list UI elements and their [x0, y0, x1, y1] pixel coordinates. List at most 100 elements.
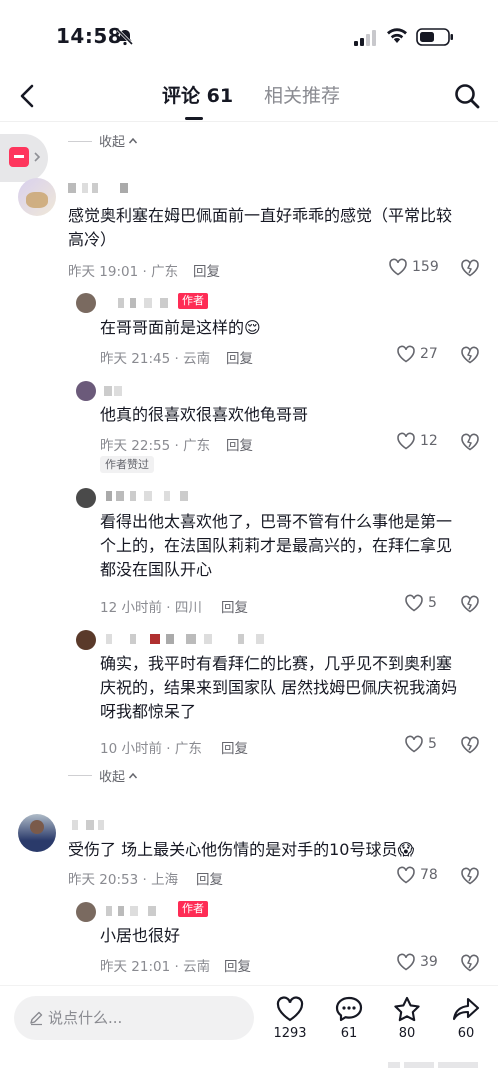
comment-text: 感觉奥利塞在姆巴佩面前一直好乖乖的感觉（平常比较 高冷）: [68, 204, 478, 252]
reply-button[interactable]: 回复: [221, 596, 248, 616]
reply-line: 都没在国队开心: [100, 560, 213, 579]
reply-line: 看得出他太喜欢他了，巴哥不管有什么事他是第一: [100, 512, 453, 531]
heart-icon: [397, 953, 415, 971]
reply-button[interactable]: 回复: [226, 434, 253, 454]
wifi-icon: [387, 28, 407, 43]
reply-location: 四川: [174, 600, 202, 616]
avatar[interactable]: [18, 814, 56, 852]
username-pixelated[interactable]: [68, 820, 128, 832]
like-count: 27: [420, 346, 438, 362]
heart-icon: [405, 594, 423, 612]
comment-location: 广东: [151, 264, 179, 280]
back-arrow-icon[interactable]: [16, 82, 40, 110]
reply-text: 在哥哥面前是这样的😌: [100, 318, 261, 337]
tab-comments[interactable]: 评论 61: [162, 82, 233, 110]
reply-username-pixelated[interactable]: [100, 298, 180, 308]
comment-location: 上海: [151, 872, 179, 888]
reply-location: 广东: [174, 741, 202, 757]
like-button[interactable]: 78: [396, 866, 438, 884]
like-count: 78: [420, 867, 438, 883]
status-bar: 14:58: [0, 0, 498, 70]
like-count: 12: [420, 433, 438, 449]
signal-icon: [354, 30, 376, 46]
comment-time: 昨天 19:01: [68, 264, 139, 280]
collapse-label: 收起: [99, 770, 126, 785]
search-icon[interactable]: [453, 82, 481, 110]
reply-meta: 12 小时前 · 四川: [100, 600, 202, 616]
like-button[interactable]: 12: [396, 432, 438, 450]
tab-active-indicator: [185, 117, 203, 120]
username-pixelated[interactable]: [68, 183, 138, 195]
reply-username-pixelated[interactable]: [100, 906, 180, 916]
like-count: 5: [428, 595, 437, 611]
chevron-right-icon: [34, 152, 41, 162]
author-tag: 作者: [178, 901, 208, 917]
comment-text: 受伤了 场上最关心他伤情的是对手的10号球员😱: [68, 840, 415, 859]
reply-avatar[interactable]: [76, 488, 96, 508]
reply-time: 12 小时前: [100, 600, 162, 616]
collapse-line: [68, 775, 92, 776]
share-button[interactable]: 60: [436, 996, 496, 1041]
reply-text: 看得出他太喜欢他了，巴哥不管有什么事他是第一 个上的，在法国队莉莉才是最高兴的，…: [100, 510, 480, 582]
like-button[interactable]: 39: [396, 953, 438, 971]
comment-button[interactable]: 61: [319, 996, 379, 1041]
reply-time: 昨天 22:55: [100, 438, 171, 454]
status-time: 14:58: [56, 24, 123, 48]
reply-button[interactable]: 回复: [221, 737, 248, 757]
like-count: 5: [428, 736, 437, 752]
reply-button[interactable]: 回复: [224, 955, 251, 975]
collapse-toggle-top[interactable]: 收起: [99, 131, 138, 150]
heart-icon: [397, 345, 415, 363]
reply-avatar[interactable]: [76, 630, 96, 650]
comment-bubble-icon: [335, 996, 363, 1022]
reply-text: 他真的很喜欢很喜欢他龟哥哥: [100, 405, 309, 424]
dislike-icon[interactable]: [460, 736, 480, 754]
reply-username-pixelated[interactable]: [100, 634, 280, 646]
reply-meta: 10 小时前 · 广东: [100, 741, 202, 757]
heart-icon: [397, 866, 415, 884]
reply-time: 10 小时前: [100, 741, 162, 757]
dislike-icon[interactable]: [460, 867, 480, 885]
floating-shortcut-button[interactable]: [0, 134, 48, 182]
tab-related[interactable]: 相关推荐: [264, 82, 340, 110]
reply-avatar[interactable]: [76, 293, 96, 313]
reply-text: 小居也很好: [100, 926, 181, 945]
reply-text: 确实，我平时有看拜仁的比赛，几乎见不到奥利塞 庆祝的，结果来到国家队 居然找姆巴…: [100, 652, 480, 724]
like-button[interactable]: 5: [404, 735, 437, 753]
comment-input-placeholder[interactable]: 说点什么...: [48, 1007, 122, 1028]
avatar[interactable]: [18, 178, 56, 216]
like-button[interactable]: 159: [388, 258, 439, 276]
reply-username-pixelated[interactable]: [100, 386, 140, 396]
like-button[interactable]: 27: [396, 345, 438, 363]
dislike-icon[interactable]: [460, 433, 480, 451]
comment-meta: 昨天 19:01 · 广东: [68, 264, 179, 280]
reply-time: 昨天 21:01: [100, 959, 171, 975]
reply-username-pixelated[interactable]: [100, 491, 200, 503]
dislike-icon[interactable]: [460, 346, 480, 364]
collapse-toggle[interactable]: 收起: [99, 766, 138, 785]
reply-meta: 昨天 22:55 · 广东: [100, 438, 211, 454]
heart-icon: [389, 258, 407, 276]
chevron-up-icon: [128, 772, 138, 778]
reply-avatar[interactable]: [76, 902, 96, 922]
like-video-button[interactable]: 1293: [260, 996, 320, 1041]
reply-location: 广东: [183, 438, 211, 454]
reply-line: 呀我都惊呆了: [100, 702, 197, 721]
reply-meta: 昨天 21:45 · 云南: [100, 351, 211, 367]
dislike-icon[interactable]: [460, 595, 480, 613]
dislike-icon[interactable]: [460, 259, 480, 277]
like-button[interactable]: 5: [404, 594, 437, 612]
reply-time: 昨天 21:45: [100, 351, 171, 367]
reply-button[interactable]: 回复: [226, 347, 253, 367]
reply-avatar[interactable]: [76, 381, 96, 401]
collapse-line: [68, 141, 92, 142]
favorite-button[interactable]: 80: [377, 996, 437, 1041]
reply-button[interactable]: 回复: [193, 260, 220, 280]
heart-icon: [276, 996, 304, 1022]
pencil-icon: [30, 1011, 43, 1026]
comment-line: 高冷）: [68, 230, 117, 249]
reply-button[interactable]: 回复: [196, 868, 223, 888]
comment-count: 61: [340, 1026, 358, 1041]
favorite-count: 80: [398, 1026, 416, 1041]
dislike-icon[interactable]: [460, 954, 480, 972]
